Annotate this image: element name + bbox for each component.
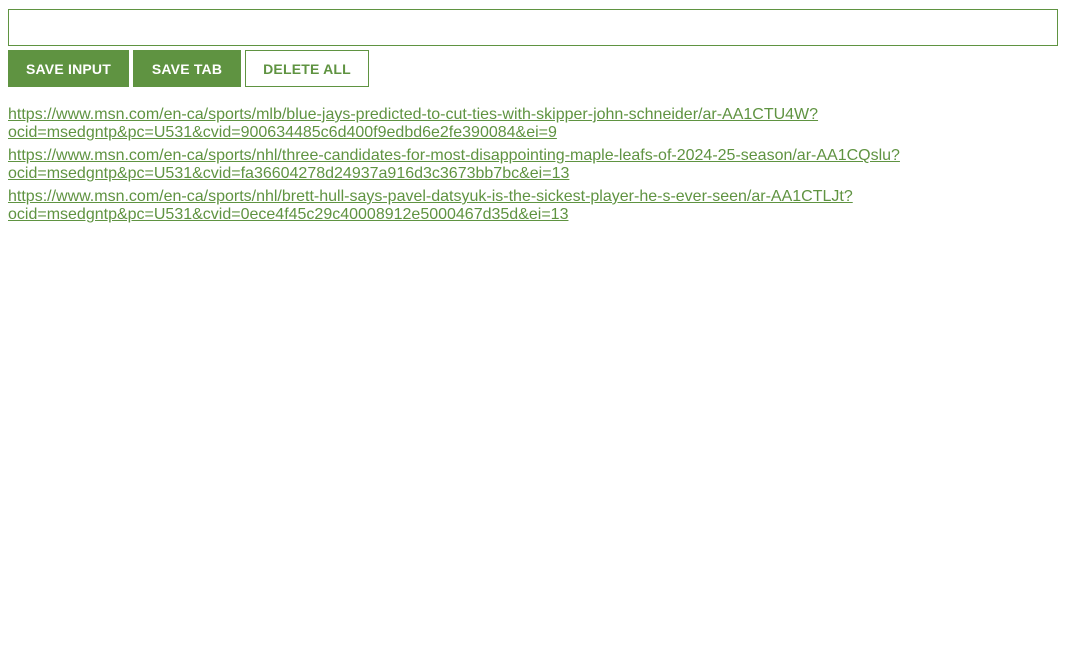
saved-link-line2: ocid=msedgntp&pc=U531&cvid=900634485c6d4… <box>8 124 557 141</box>
saved-link[interactable]: https://www.msn.com/en-ca/sports/nhl/bre… <box>8 188 853 223</box>
saved-links-list: https://www.msn.com/en-ca/sports/mlb/blu… <box>8 106 1058 229</box>
url-input[interactable] <box>8 9 1058 46</box>
delete-all-button[interactable]: DELETE ALL <box>245 50 369 87</box>
app-root: SAVE INPUT SAVE TAB DELETE ALL https://w… <box>0 0 1066 660</box>
saved-link[interactable]: https://www.msn.com/en-ca/sports/nhl/thr… <box>8 147 900 182</box>
saved-link-line2: ocid=msedgntp&pc=U531&cvid=0ece4f45c29c4… <box>8 206 569 223</box>
button-row: SAVE INPUT SAVE TAB DELETE ALL <box>8 50 369 87</box>
list-item: https://www.msn.com/en-ca/sports/mlb/blu… <box>8 106 1058 142</box>
save-input-button[interactable]: SAVE INPUT <box>8 50 129 87</box>
saved-link-line1: https://www.msn.com/en-ca/sports/nhl/thr… <box>8 147 900 164</box>
list-item: https://www.msn.com/en-ca/sports/nhl/thr… <box>8 147 1058 183</box>
saved-link-line1: https://www.msn.com/en-ca/sports/mlb/blu… <box>8 106 819 123</box>
saved-link-line2: ocid=msedgntp&pc=U531&cvid=fa36604278d24… <box>8 165 570 182</box>
list-item: https://www.msn.com/en-ca/sports/nhl/bre… <box>8 188 1058 224</box>
saved-link[interactable]: https://www.msn.com/en-ca/sports/mlb/blu… <box>8 106 818 141</box>
saved-link-line1: https://www.msn.com/en-ca/sports/nhl/bre… <box>8 188 853 205</box>
save-tab-button[interactable]: SAVE TAB <box>133 50 241 87</box>
